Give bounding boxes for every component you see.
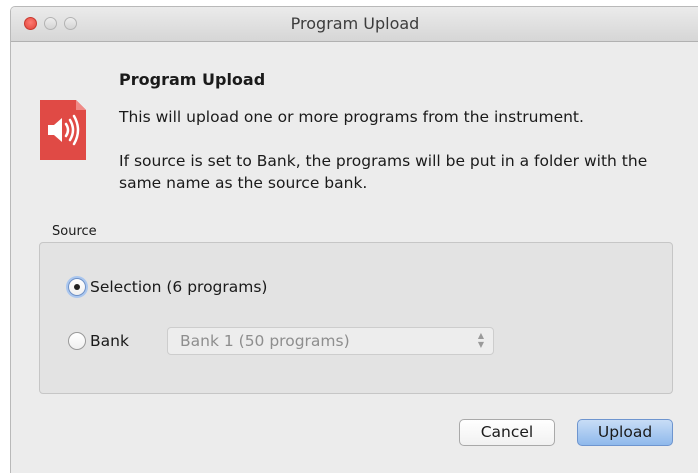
dialog-description: This will upload one or more programs fr… [119,108,584,126]
speaker-document-icon [38,98,88,162]
bank-select-value: Bank 1 (50 programs) [180,332,350,350]
up-down-arrows-icon: ▲ ▼ [477,331,484,349]
selection-radio-button[interactable] [68,278,86,296]
source-group-box [39,242,673,394]
source-group-label: Source [52,224,97,239]
dialog-note: If source is set to Bank, the programs w… [119,152,648,192]
bank-select[interactable]: Bank 1 (50 programs) ▲ ▼ [167,327,494,355]
bank-radio-button[interactable] [68,332,86,350]
dialog-heading: Program Upload [119,70,266,89]
bank-radio-option[interactable]: Bank [68,332,129,350]
bank-radio-label[interactable]: Bank [90,332,129,350]
selection-radio-option[interactable]: Selection (6 programs) [68,278,267,296]
selection-radio-label[interactable]: Selection (6 programs) [90,278,267,296]
upload-button[interactable]: Upload [577,419,673,446]
title-bar: Program Upload [11,7,698,42]
cancel-button[interactable]: Cancel [459,419,555,446]
program-upload-dialog: Program Upload Program Upload This will … [10,6,698,473]
window-title: Program Upload [290,14,420,33]
